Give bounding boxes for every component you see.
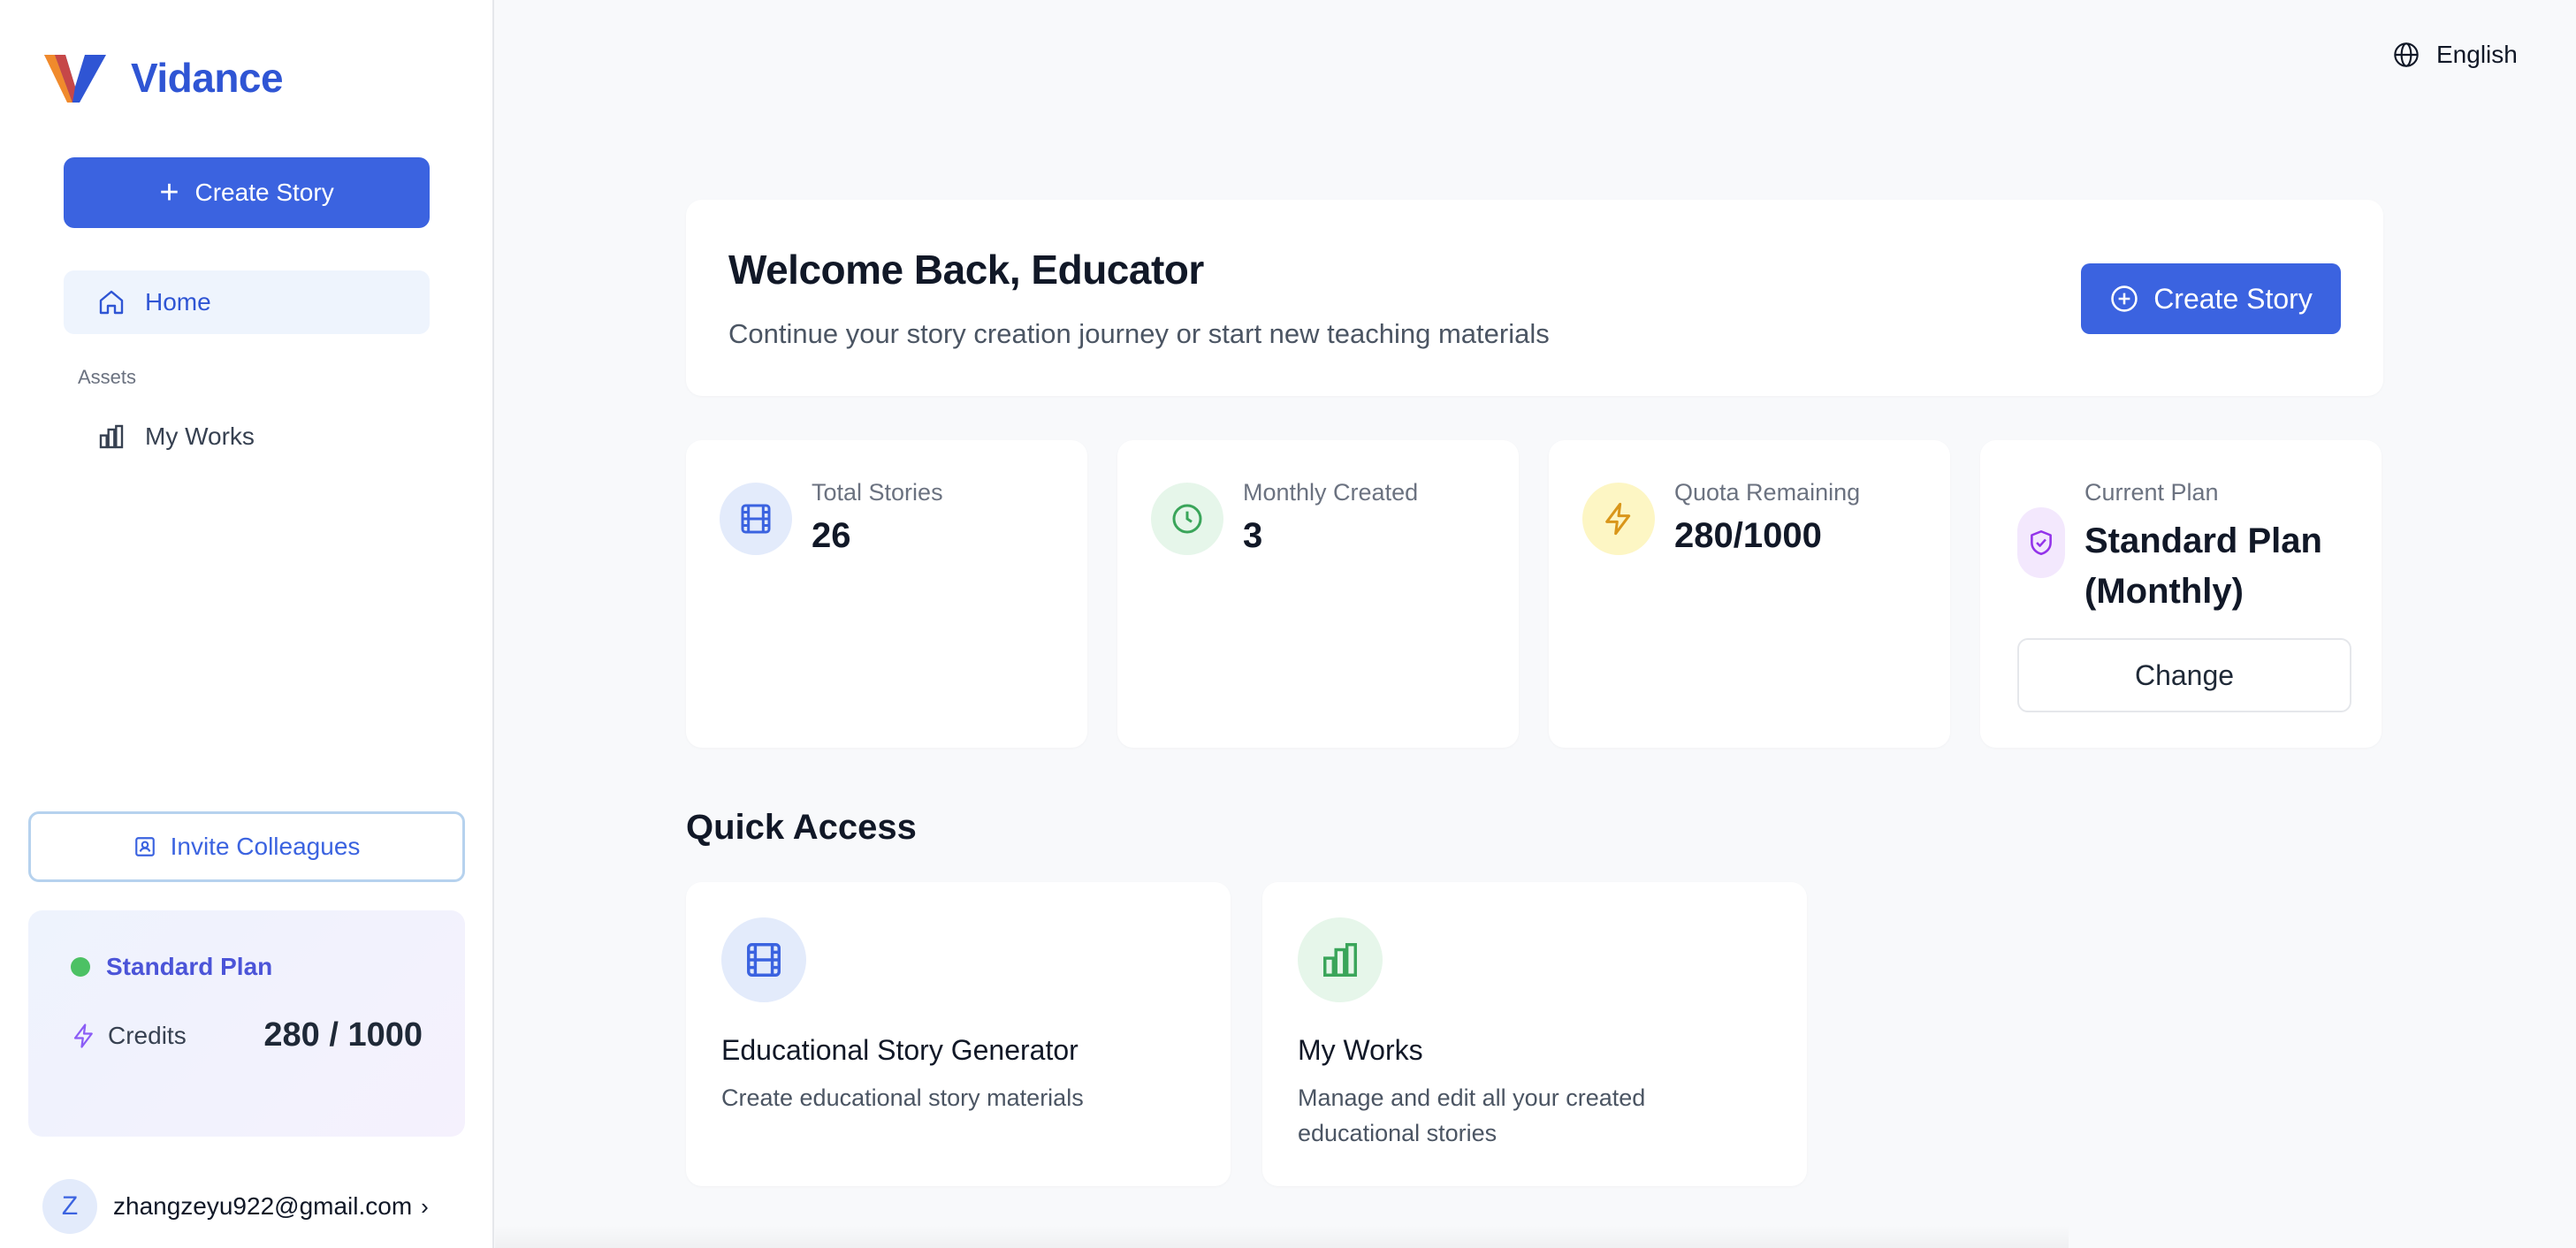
quick-access-item-description: Create educational story materials bbox=[721, 1084, 1084, 1111]
shield-check-icon bbox=[2017, 507, 2065, 578]
stat-card-quota-remaining: Quota Remaining 280/1000 bbox=[1549, 440, 1950, 748]
clock-icon bbox=[1151, 483, 1223, 555]
status-dot bbox=[71, 957, 90, 977]
invite-colleagues-label: Invite Colleagues bbox=[170, 833, 361, 860]
sidebar-item-home[interactable]: Home bbox=[64, 270, 430, 334]
quick-access-story-generator[interactable]: Educational Story Generator Create educa… bbox=[686, 882, 1231, 1186]
welcome-card: Welcome Back, Educator Continue your sto… bbox=[686, 200, 2383, 396]
plan-name: Standard Plan bbox=[106, 953, 273, 980]
language-label: English bbox=[2436, 41, 2518, 68]
app-logo[interactable]: Vidance bbox=[42, 51, 284, 104]
film-icon bbox=[721, 917, 806, 1002]
quick-access-title: Quick Access bbox=[686, 808, 917, 847]
page-subtitle: Continue your story creation journey or … bbox=[728, 318, 1550, 349]
stat-value: 3 bbox=[1243, 516, 1263, 555]
stat-label: Monthly Created bbox=[1243, 479, 1419, 506]
create-story-label: Create Story bbox=[2153, 282, 2313, 315]
stat-label: Quota Remaining bbox=[1674, 479, 1861, 506]
user-email: zhangzeyu922@gmail.com bbox=[113, 1192, 413, 1220]
avatar: Z bbox=[42, 1179, 97, 1234]
globe-icon bbox=[2394, 42, 2419, 67]
plus-icon: + bbox=[159, 174, 179, 211]
invite-colleagues-button[interactable]: Invite Colleagues bbox=[28, 811, 465, 882]
sidebar-section-assets: Assets bbox=[78, 366, 137, 388]
home-icon bbox=[99, 290, 124, 315]
credits-label-group: Credits bbox=[71, 1022, 187, 1050]
language-selector[interactable]: English bbox=[2392, 41, 2518, 69]
vidance-logo-icon bbox=[44, 55, 106, 103]
chevron-right-icon: › bbox=[421, 1192, 429, 1220]
credits-value: 280 / 1000 bbox=[263, 1016, 423, 1054]
stat-label: Total Stories bbox=[812, 479, 943, 506]
current-plan-value: Standard Plan (Monthly) bbox=[2084, 521, 2322, 611]
quick-access-item-title: My Works bbox=[1298, 1034, 1423, 1066]
sidebar-item-my-works[interactable]: My Works bbox=[64, 407, 430, 467]
sidebar-item-home-label: Home bbox=[145, 288, 211, 316]
quick-access-item-title: Educational Story Generator bbox=[721, 1034, 1078, 1066]
sidebar-create-story-label: Create Story bbox=[194, 179, 334, 206]
lightning-icon bbox=[1582, 483, 1655, 555]
stat-card-current-plan: Current Plan Standard Plan (Monthly) Cha… bbox=[1980, 440, 2382, 748]
invite-icon bbox=[134, 837, 155, 856]
quick-access-item-description: Manage and edit all your created educati… bbox=[1298, 1084, 1646, 1146]
plan-status: Standard Plan bbox=[71, 953, 272, 981]
sidebar-item-my-works-label: My Works bbox=[145, 422, 255, 450]
page-title: Welcome Back, Educator bbox=[728, 247, 1204, 293]
stat-value: 280/1000 bbox=[1674, 516, 1822, 555]
credits-label: Credits bbox=[108, 1021, 187, 1049]
plan-summary-card: Standard Plan Credits 280 / 1000 bbox=[28, 910, 465, 1137]
stat-label: Current Plan bbox=[2084, 479, 2219, 506]
credits-row: Credits 280 / 1000 bbox=[71, 1016, 423, 1054]
user-menu[interactable]: Z zhangzeyu922@gmail.com › bbox=[42, 1179, 429, 1234]
change-plan-button[interactable]: Change bbox=[2017, 638, 2351, 712]
sidebar: Vidance + Create Story Home Assets My Wo… bbox=[0, 0, 494, 1248]
lightning-icon bbox=[73, 1023, 93, 1048]
bar-chart-icon bbox=[1298, 917, 1383, 1002]
quick-access-my-works[interactable]: My Works Manage and edit all your create… bbox=[1262, 882, 1807, 1186]
stat-card-monthly-created: Monthly Created 3 bbox=[1117, 440, 1519, 748]
stat-card-total-stories: Total Stories 26 bbox=[686, 440, 1087, 748]
scroll-shadow bbox=[495, 1225, 2069, 1248]
film-icon bbox=[720, 483, 792, 555]
create-story-button[interactable]: Create Story bbox=[2081, 263, 2341, 334]
stat-value: 26 bbox=[812, 516, 851, 555]
plus-circle-icon bbox=[2111, 285, 2138, 312]
sidebar-create-story-button[interactable]: + Create Story bbox=[64, 157, 430, 228]
app-name: Vidance bbox=[131, 55, 284, 101]
bar-chart-icon bbox=[99, 424, 124, 449]
